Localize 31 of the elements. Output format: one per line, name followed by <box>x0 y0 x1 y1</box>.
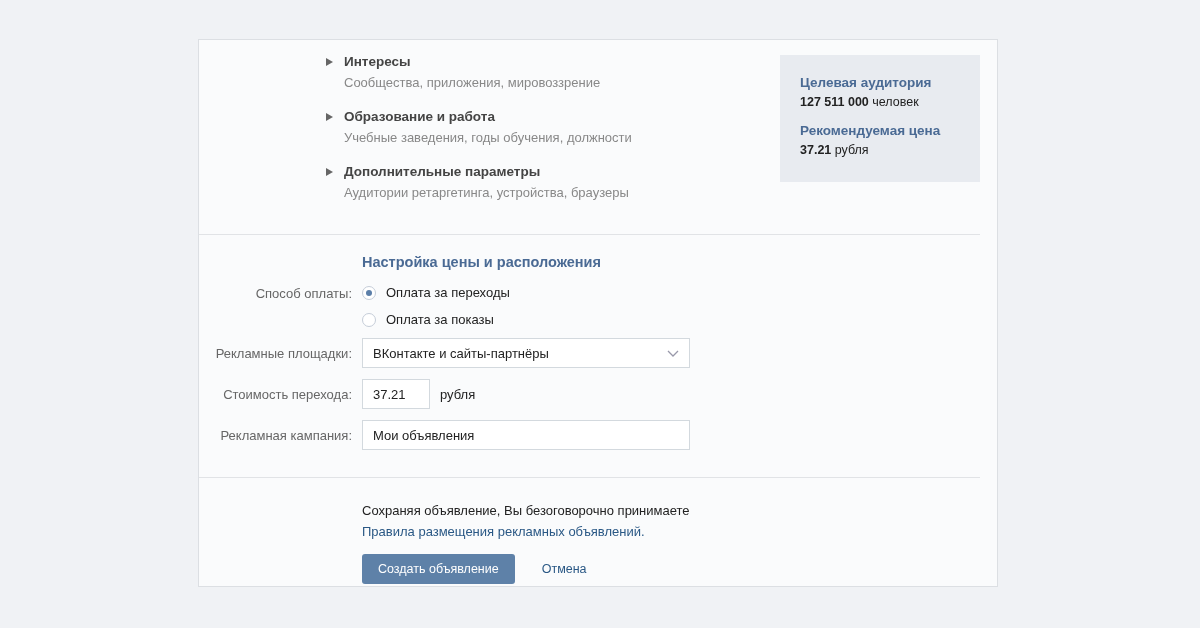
section-subtitle: Учебные заведения, годы обучения, должности <box>344 130 632 145</box>
agreement-text: Сохраняя объявление, Вы безоговорочно принимаете Правила размещения рекламных объявлений. <box>362 502 691 541</box>
summary-value: 127 511 000 человек <box>800 95 920 109</box>
radio-button[interactable] <box>362 285 376 300</box>
placement-dropdown[interactable]: ВКонтакте и сайты-партнёры <box>362 338 690 368</box>
campaign-input[interactable]: Мои объявления <box>362 420 690 450</box>
triangle-icon[interactable] <box>326 112 333 121</box>
rules-link[interactable]: Правила размещения рекламных объявлений. <box>362 524 645 539</box>
create-ad-button[interactable]: Создать объявление <box>362 554 515 584</box>
unit-label: рубля <box>440 386 476 402</box>
cost-input[interactable]: 37.21 <box>362 379 430 409</box>
chevron-down-icon <box>667 349 679 357</box>
radio-label[interactable]: Оплата за показы <box>386 312 494 327</box>
triangle-icon[interactable] <box>326 57 333 66</box>
summary-label: Рекомендуемая цена <box>800 123 942 138</box>
field-label: Стоимость перехода: <box>222 386 352 402</box>
section-subtitle: Сообщества, приложения, мировоззрение <box>344 75 602 90</box>
section-title[interactable]: Дополнительные параметры <box>344 164 541 179</box>
field-label: Рекламные площадки: <box>214 345 352 361</box>
field-label: Способ оплаты: <box>254 285 352 301</box>
section-subtitle: Аудитории ретаргетинга, устройства, браузеры <box>344 185 630 200</box>
radio-label[interactable]: Оплата за переходы <box>386 285 510 300</box>
section-heading: Настройка цены и расположения <box>362 254 602 270</box>
triangle-icon[interactable] <box>326 167 333 176</box>
section-title[interactable]: Интересы <box>344 54 411 69</box>
radio-button[interactable] <box>362 312 376 327</box>
section-title[interactable]: Образование и работа <box>344 109 495 124</box>
field-label: Рекламная кампания: <box>219 427 352 443</box>
cancel-link[interactable]: Отмена <box>541 562 587 576</box>
summary-value: 37.21 рубля <box>800 143 870 157</box>
summary-label: Целевая аудитория <box>800 75 933 90</box>
